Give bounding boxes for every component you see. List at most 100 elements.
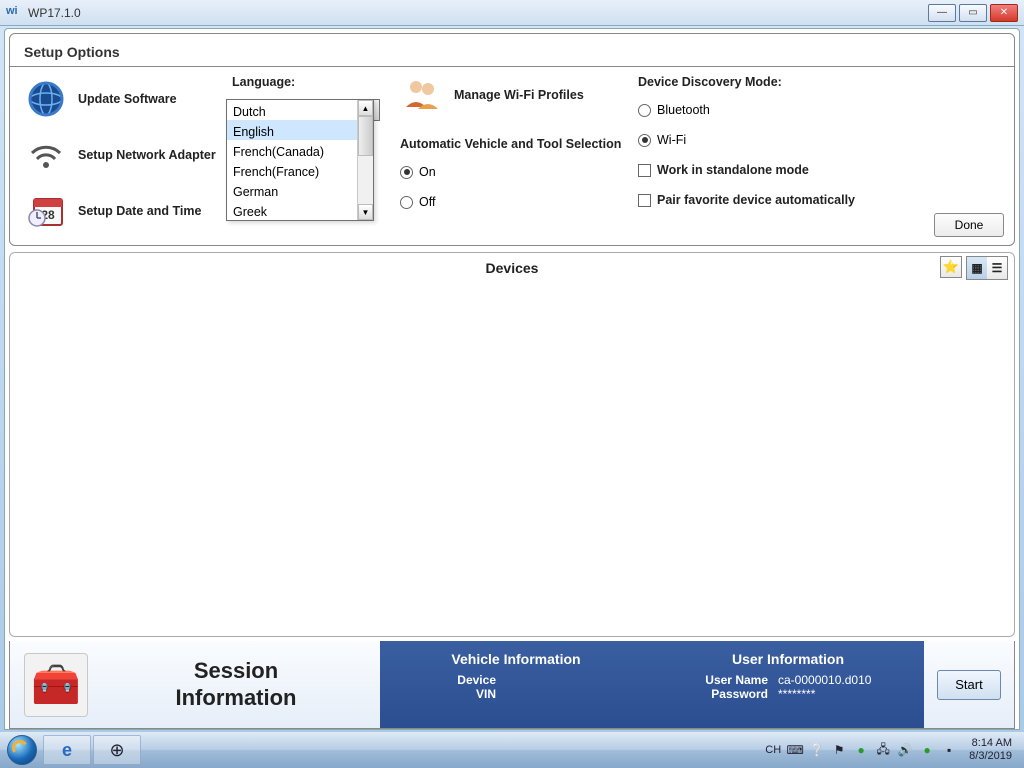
minimize-button[interactable]: —: [928, 4, 956, 22]
maximize-button[interactable]: ▭: [959, 4, 987, 22]
flag-icon[interactable]: ⚑: [831, 742, 847, 758]
vin-value: [506, 687, 626, 701]
view-grid-button[interactable]: ▦: [967, 257, 987, 279]
people-icon: [400, 73, 444, 117]
tray-clock[interactable]: 8:14 AM 8/3/2019: [963, 737, 1018, 762]
scroll-down-icon[interactable]: ▼: [358, 204, 373, 220]
username-key: User Name: [678, 673, 768, 687]
password-value: ********: [778, 687, 898, 701]
toolbox-icon: 🧰: [24, 653, 88, 717]
auto-select-label: Automatic Vehicle and Tool Selection: [400, 137, 630, 151]
start-side: Start: [924, 641, 1014, 728]
auto-on-label: On: [419, 165, 436, 179]
discovery-bluetooth-radio[interactable]: Bluetooth: [638, 103, 1000, 117]
password-key: Password: [678, 687, 768, 701]
radio-icon: [400, 166, 413, 179]
pair-checkbox[interactable]: Pair favorite device automatically: [638, 193, 1000, 207]
window-controls: — ▭ ✕: [928, 4, 1018, 22]
wifi-icon: [24, 133, 68, 177]
vehicle-info-box: Vehicle Information Device VIN: [380, 641, 652, 728]
discovery-column: Device Discovery Mode: Bluetooth Wi-Fi W…: [638, 75, 1000, 235]
scroll-up-icon[interactable]: ▲: [358, 100, 373, 116]
manage-wifi-button[interactable]: Manage Wi-Fi Profiles: [400, 75, 630, 115]
radio-icon: [638, 104, 651, 117]
language-option-french-canada[interactable]: French(Canada): [227, 140, 357, 160]
language-option-german[interactable]: German: [227, 180, 357, 200]
update-software-button[interactable]: Update Software: [24, 75, 224, 123]
discovery-wifi-label: Wi-Fi: [657, 133, 686, 147]
close-button[interactable]: ✕: [990, 4, 1018, 22]
language-option-greek[interactable]: Greek: [227, 200, 357, 220]
setup-date-label: Setup Date and Time: [78, 204, 201, 218]
app-icon: wi: [6, 5, 22, 21]
update-software-label: Update Software: [78, 92, 177, 106]
language-option-english[interactable]: English: [227, 120, 357, 140]
done-button[interactable]: Done: [934, 213, 1004, 237]
devices-title: Devices: [486, 260, 539, 276]
star-icon: ⭐: [943, 259, 959, 275]
setup-network-button[interactable]: Setup Network Adapter: [24, 131, 224, 179]
checkbox-icon: [638, 194, 651, 207]
status-green-icon[interactable]: ●: [853, 742, 869, 758]
device-key: Device: [406, 673, 496, 687]
middle-column: Manage Wi-Fi Profiles Automatic Vehicle …: [400, 75, 630, 235]
network-icon[interactable]: 🖧: [875, 742, 891, 758]
device-value: [506, 673, 626, 687]
setup-date-button[interactable]: 28 Setup Date and Time: [24, 187, 224, 235]
tray-language[interactable]: CH: [765, 744, 781, 756]
taskbar-app-button[interactable]: ⊕: [93, 735, 141, 765]
discovery-wifi-radio[interactable]: Wi-Fi: [638, 133, 1000, 147]
tray-misc-icon[interactable]: ▪: [941, 742, 957, 758]
volume-icon[interactable]: 🔊: [897, 742, 913, 758]
help-icon[interactable]: ❔: [809, 742, 825, 758]
language-option-dutch[interactable]: Dutch: [227, 100, 357, 120]
start-menu-button[interactable]: [2, 734, 42, 766]
info-bar: 🧰 Session Information Vehicle Informatio…: [9, 641, 1015, 729]
vehicle-info-title: Vehicle Information: [451, 651, 580, 667]
language-label: Language:: [232, 75, 392, 89]
auto-off-label: Off: [419, 195, 435, 209]
system-tray: CH ⌨ ❔ ⚑ ● 🖧 🔊 ● ▪ 8:14 AM 8/3/2019: [765, 737, 1022, 762]
app-logo-icon: ⊕: [109, 740, 124, 761]
setup-options-title: Setup Options: [10, 34, 1014, 66]
taskbar-ie-button[interactable]: e: [43, 735, 91, 765]
devices-list: [10, 283, 1014, 636]
view-toggle: ▦ ☰: [966, 256, 1008, 280]
start-button[interactable]: Start: [937, 670, 1001, 700]
language-dropdown[interactable]: Dutch English French(Canada) French(Fran…: [226, 99, 374, 221]
pair-label: Pair favorite device automatically: [657, 193, 855, 207]
checkbox-icon: [638, 164, 651, 177]
manage-wifi-label: Manage Wi-Fi Profiles: [454, 88, 584, 102]
taskbar: e ⊕ CH ⌨ ❔ ⚑ ● 🖧 🔊 ● ▪ 8:14 AM 8/3/2019: [0, 732, 1024, 768]
setup-left-column: Update Software Setup Network Adapter 28…: [24, 75, 224, 235]
session-title: Session Information: [106, 658, 366, 711]
session-info-box: 🧰 Session Information: [10, 641, 380, 728]
auto-on-radio[interactable]: On: [400, 165, 630, 179]
language-option-french-france[interactable]: French(France): [227, 160, 357, 180]
window-titlebar: wi WP17.1.0 — ▭ ✕: [0, 0, 1024, 26]
add-favorite-button[interactable]: ⭐: [940, 256, 962, 278]
app-frame: Setup Options Update Software Setup Netw…: [4, 28, 1020, 730]
scroll-thumb[interactable]: [358, 116, 373, 156]
discovery-label: Device Discovery Mode:: [638, 75, 1000, 89]
grid-icon: ▦: [971, 261, 982, 275]
radio-icon: [638, 134, 651, 147]
standalone-checkbox[interactable]: Work in standalone mode: [638, 163, 1000, 177]
keyboard-icon[interactable]: ⌨: [787, 742, 803, 758]
auto-off-radio[interactable]: Off: [400, 195, 630, 209]
username-value: ca-0000010.d010: [778, 673, 898, 687]
dropdown-scrollbar[interactable]: ▲ ▼: [357, 100, 373, 220]
user-info-title: User Information: [732, 651, 844, 667]
calendar-icon: 28: [24, 189, 68, 233]
status-green2-icon[interactable]: ●: [919, 742, 935, 758]
globe-icon: [24, 77, 68, 121]
discovery-bluetooth-label: Bluetooth: [657, 103, 710, 117]
ie-icon: e: [62, 740, 72, 761]
setup-options-panel: Setup Options Update Software Setup Netw…: [9, 33, 1015, 246]
tray-date: 8/3/2019: [969, 750, 1012, 763]
view-list-button[interactable]: ☰: [987, 257, 1007, 279]
tray-time: 8:14 AM: [969, 737, 1012, 750]
list-icon: ☰: [992, 261, 1003, 275]
vin-key: VIN: [406, 687, 496, 701]
windows-icon: [7, 735, 37, 765]
